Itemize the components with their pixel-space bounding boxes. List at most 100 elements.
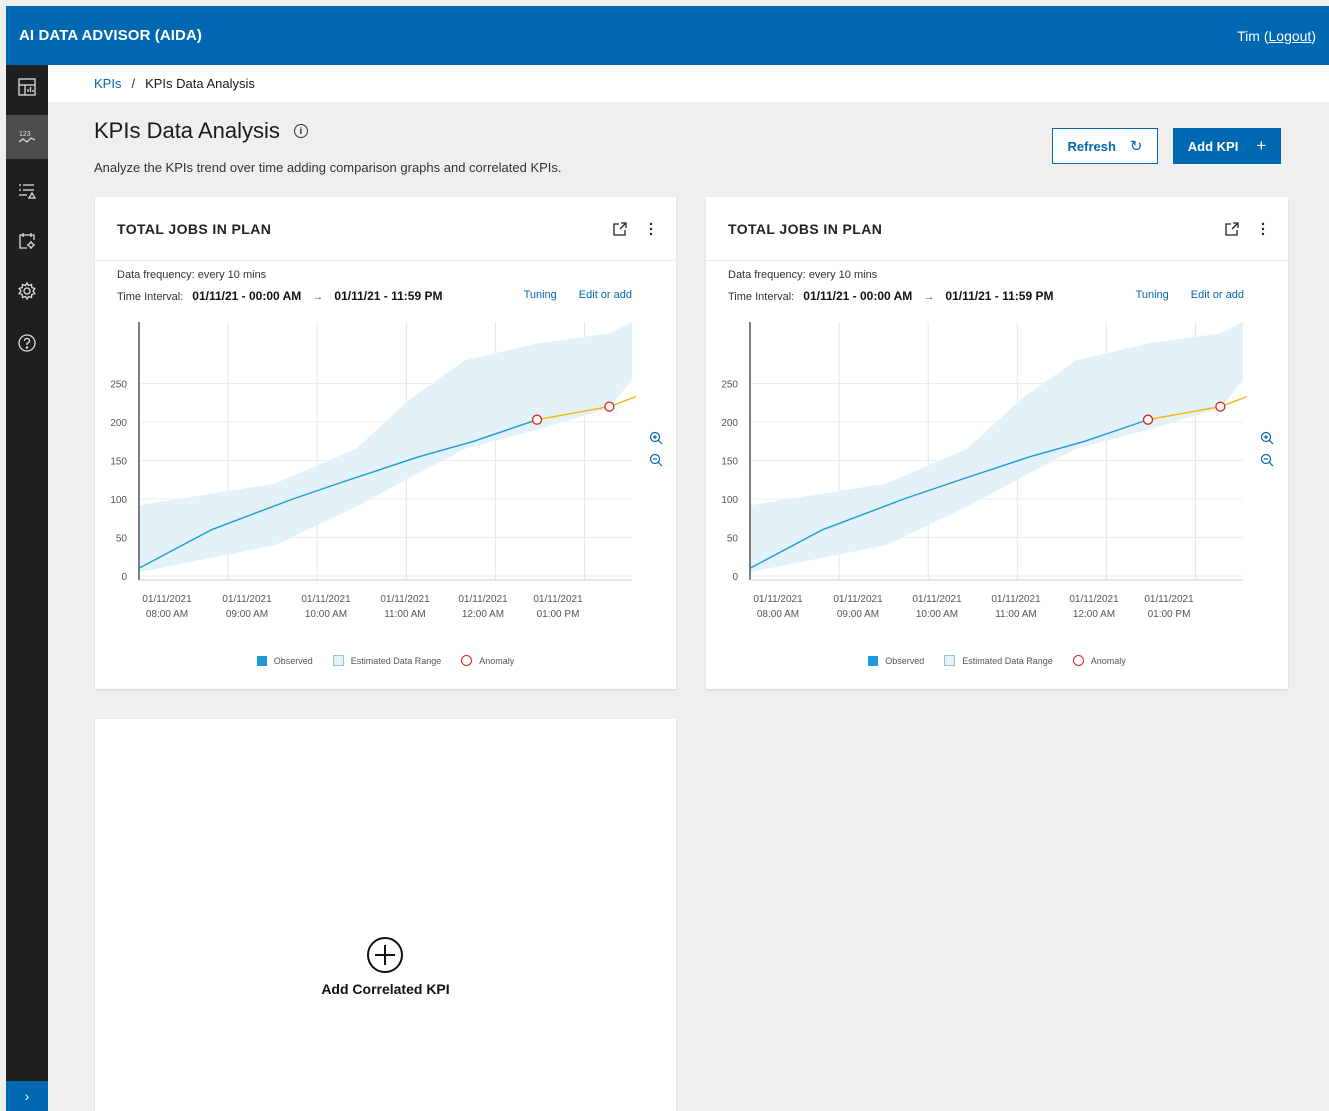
y-tick-label: 200 bbox=[110, 418, 127, 429]
x-tick-label-time: 01:00 PM bbox=[1148, 609, 1191, 620]
time-interval-label: Time Interval: bbox=[728, 291, 795, 303]
x-tick-label-date: 01/11/2021 bbox=[380, 594, 430, 605]
y-tick-label: 0 bbox=[121, 572, 127, 583]
estimated-swatch bbox=[944, 655, 956, 666]
list-filter-icon[interactable] bbox=[6, 169, 48, 213]
x-tick-label-time: 10:00 AM bbox=[305, 609, 347, 620]
app-title: AI DATA ADVISOR (AIDA) bbox=[19, 27, 203, 44]
legend-observed-label: Observed bbox=[273, 655, 313, 666]
kpi-card-header: TOTAL JOBS IN PLAN bbox=[95, 197, 676, 261]
x-tick-label-time: 10:00 AM bbox=[916, 609, 958, 620]
y-tick-label: 100 bbox=[721, 495, 738, 506]
breadcrumb-current: KPIs Data Analysis bbox=[145, 76, 255, 91]
kpi-chart: 0 50 100 150 200 250 01/11/2021 08:00 AM 01/11/2… bbox=[110, 322, 637, 620]
gear-icon[interactable] bbox=[6, 269, 48, 313]
add-kpi-button[interactable]: Add KPI + bbox=[1173, 128, 1281, 164]
kpi-card-header: TOTAL JOBS IN PLAN bbox=[706, 197, 1288, 261]
edit-or-add-link[interactable]: Edit or add bbox=[579, 289, 632, 301]
data-frequency: Data frequency: every 10 mins bbox=[117, 269, 267, 281]
x-tick-label-date: 01/11/2021 bbox=[991, 594, 1041, 605]
more-options-icon[interactable] bbox=[1260, 221, 1266, 237]
add-circle-icon[interactable] bbox=[365, 935, 405, 980]
time-interval: Time Interval: 01/11/21 - 00:00 AM → 01/… bbox=[728, 289, 1053, 303]
breadcrumb: KPIs / KPIs Data Analysis bbox=[48, 65, 1329, 102]
y-tick-label: 100 bbox=[110, 495, 127, 506]
add-kpi-label: Add KPI bbox=[1187, 138, 1239, 154]
arrow-right-icon: → bbox=[923, 291, 935, 303]
kpi-card-actions bbox=[1224, 221, 1266, 237]
x-tick-label-time: 08:00 AM bbox=[146, 609, 188, 620]
chart-legend: Observed Estimated Data Range Anomaly bbox=[706, 655, 1288, 666]
y-tick-label: 250 bbox=[721, 380, 738, 391]
x-tick-label-time: 09:00 AM bbox=[226, 609, 268, 620]
interval-end: 01/11/21 - 11:59 PM bbox=[334, 289, 443, 303]
calendar-settings-icon[interactable] bbox=[6, 219, 48, 263]
observed-swatch bbox=[256, 655, 267, 666]
breadcrumb-kpis[interactable]: KPIs bbox=[94, 76, 121, 91]
anomaly-point bbox=[1142, 414, 1154, 425]
card-links: Tuning Edit or add bbox=[1136, 289, 1244, 301]
expand-sidebar-button[interactable]: › bbox=[6, 1081, 48, 1111]
legend-estimated: Estimated Data Range bbox=[944, 655, 1053, 666]
dashboard-icon[interactable] bbox=[6, 65, 48, 109]
zoom-out-icon[interactable] bbox=[1260, 453, 1274, 467]
kpi-card: TOTAL JOBS IN PLAN Data frequency: every… bbox=[95, 197, 676, 689]
x-tick-label-time: 09:00 AM bbox=[837, 609, 879, 620]
svg-text:123: 123 bbox=[19, 131, 31, 138]
user-info: Tim (Logout) bbox=[1237, 27, 1316, 44]
refresh-label: Refresh bbox=[1067, 138, 1116, 154]
user-name: Tim bbox=[1237, 27, 1260, 44]
x-tick-label-time: 11:00 AM bbox=[995, 609, 1037, 620]
more-options-icon[interactable] bbox=[648, 221, 654, 237]
legend-observed-label: Observed bbox=[885, 655, 925, 666]
open-external-icon[interactable] bbox=[1224, 221, 1240, 237]
data-frequency: Data frequency: every 10 mins bbox=[728, 269, 878, 281]
interval-start: 01/11/21 - 00:00 AM bbox=[192, 289, 302, 303]
legend-estimated-label: Estimated Data Range bbox=[350, 655, 442, 666]
kpi-trend-icon[interactable]: 123 bbox=[6, 115, 48, 159]
zoom-in-icon[interactable] bbox=[649, 431, 663, 445]
kpi-card: TOTAL JOBS IN PLAN Data frequency: every… bbox=[706, 197, 1288, 689]
add-correlated-kpi-card[interactable]: Add Correlated KPI bbox=[95, 719, 676, 1111]
anomaly-swatch bbox=[1072, 655, 1084, 666]
x-tick-label-date: 01/11/2021 bbox=[1144, 594, 1194, 605]
legend-anomaly-label: Anomaly bbox=[479, 655, 515, 666]
y-tick-label: 250 bbox=[110, 380, 127, 391]
page-description: Analyze the KPIs trend over time adding … bbox=[94, 160, 562, 175]
x-tick-label-date: 01/11/2021 bbox=[222, 594, 272, 605]
page-title: KPIs Data Analysis i bbox=[94, 118, 308, 144]
y-tick-label: 150 bbox=[110, 457, 127, 468]
zoom-in-icon[interactable] bbox=[1260, 431, 1274, 445]
kpi-card-title: TOTAL JOBS IN PLAN bbox=[117, 220, 272, 237]
x-tick-label-time: 12:00 AM bbox=[1073, 609, 1115, 620]
kpi-chart: 0 50 100 150 200 250 01/11/2021 08:00 AM 01/11/2… bbox=[721, 322, 1248, 620]
edit-or-add-link[interactable]: Edit or add bbox=[1191, 289, 1244, 301]
x-tick-label-date: 01/11/2021 bbox=[142, 594, 192, 605]
x-tick-label-date: 01/11/2021 bbox=[833, 594, 883, 605]
estimated-swatch bbox=[332, 655, 344, 666]
x-tick-label-date: 01/11/2021 bbox=[533, 594, 583, 605]
zoom-out-icon[interactable] bbox=[649, 453, 663, 467]
time-interval: Time Interval: 01/11/21 - 00:00 AM → 01/… bbox=[117, 289, 442, 303]
tuning-link[interactable]: Tuning bbox=[524, 289, 557, 301]
observed-swatch bbox=[868, 655, 879, 666]
refresh-button[interactable]: Refresh ↻ bbox=[1052, 128, 1158, 164]
x-tick-label-date: 01/11/2021 bbox=[301, 594, 351, 605]
info-icon[interactable]: i bbox=[293, 124, 308, 138]
x-tick-label-date: 01/11/2021 bbox=[753, 594, 803, 605]
open-external-icon[interactable] bbox=[612, 221, 628, 237]
kpi-card-title: TOTAL JOBS IN PLAN bbox=[728, 220, 883, 237]
tuning-link[interactable]: Tuning bbox=[1136, 289, 1169, 301]
time-interval-label: Time Interval: bbox=[117, 291, 184, 303]
zoom-controls bbox=[649, 431, 663, 467]
interval-end: 01/11/21 - 11:59 PM bbox=[945, 289, 1054, 303]
estimated-range-band bbox=[750, 322, 1243, 573]
x-tick-label-time: 08:00 AM bbox=[757, 609, 799, 620]
anomaly-point bbox=[1215, 401, 1226, 412]
logout-link[interactable]: Logout bbox=[1269, 28, 1312, 44]
legend-observed: Observed bbox=[868, 655, 925, 666]
card-links: Tuning Edit or add bbox=[524, 289, 632, 301]
legend-estimated-label: Estimated Data Range bbox=[962, 655, 1053, 666]
help-icon[interactable] bbox=[6, 321, 48, 365]
legend-anomaly-label: Anomaly bbox=[1090, 655, 1126, 666]
